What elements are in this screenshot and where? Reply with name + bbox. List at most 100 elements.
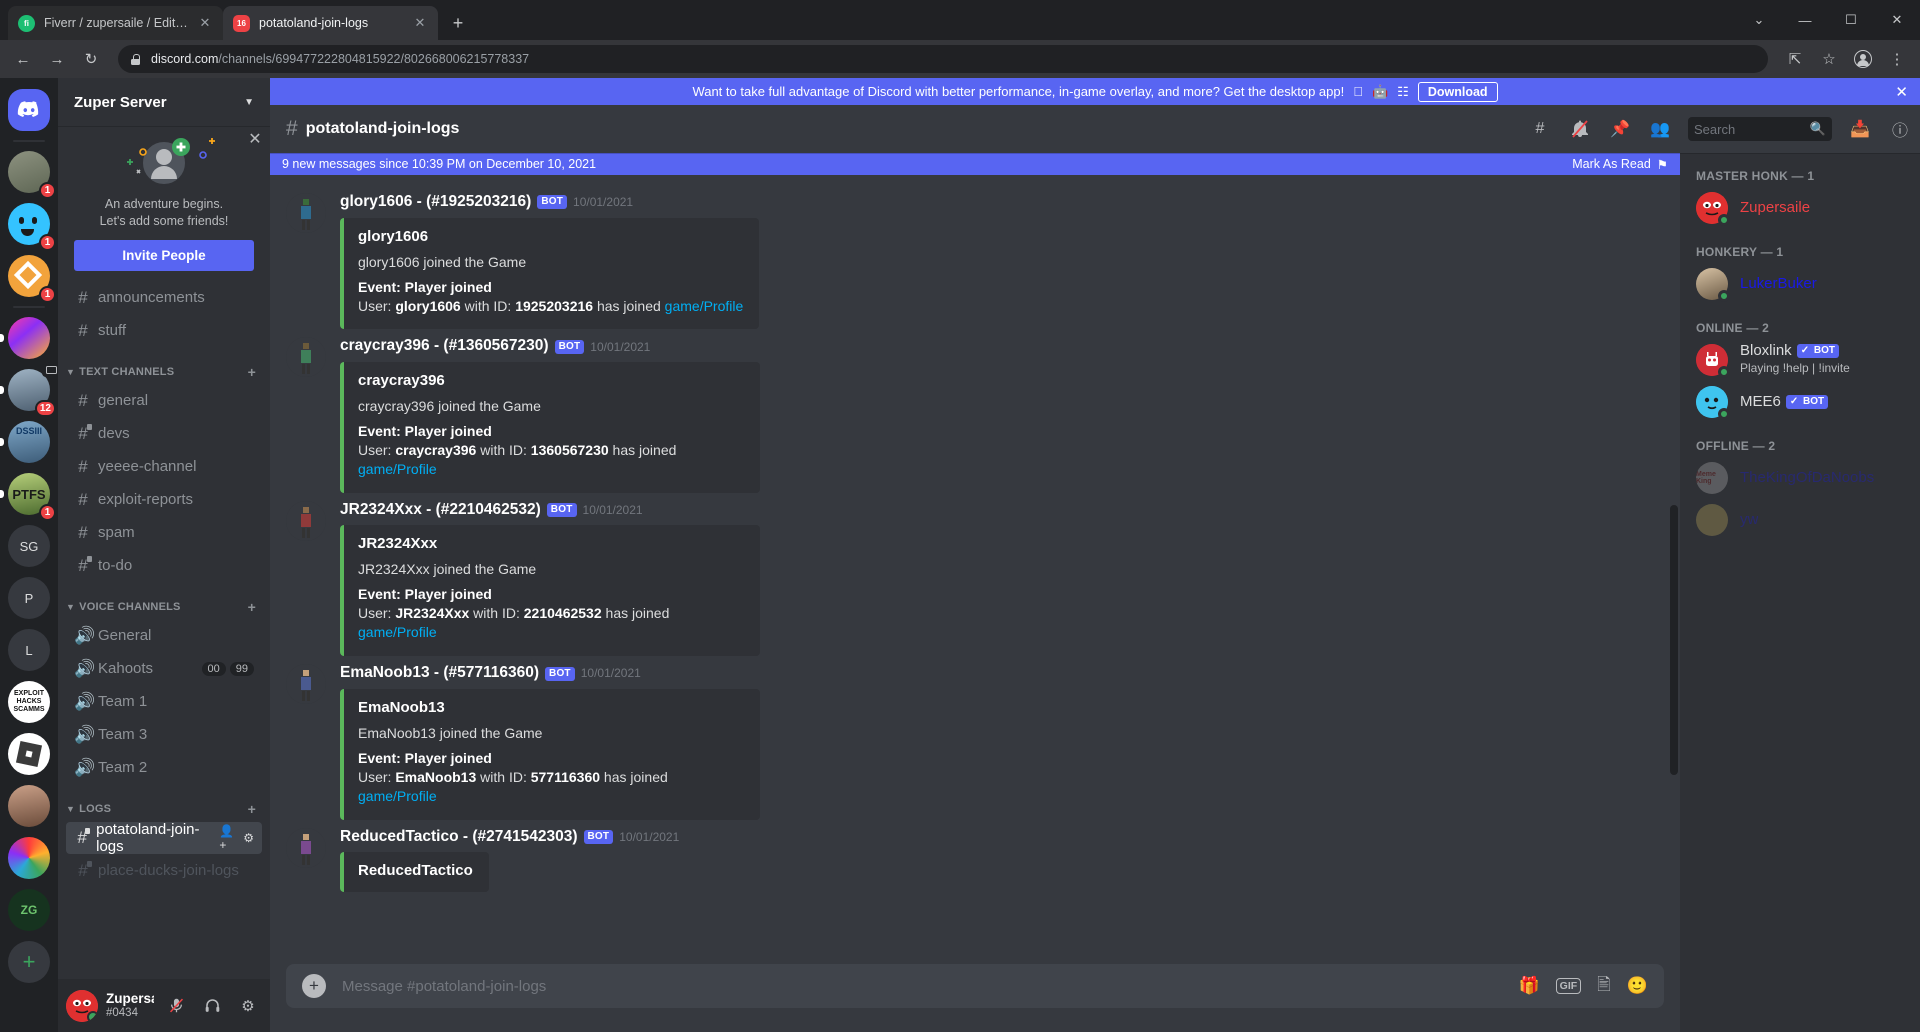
invite-people-button[interactable]: Invite People <box>74 239 254 271</box>
voice-channel-kahoots[interactable]: 🔊 Kahoots 00 99 <box>66 653 262 685</box>
chevron-down-icon[interactable]: ▼ <box>244 97 254 108</box>
member-item-zupersaile[interactable]: Zupersaile <box>1688 187 1912 229</box>
apple-icon[interactable]:  <box>1353 84 1363 99</box>
server-icon-person-photo[interactable] <box>0 780 58 832</box>
address-bar[interactable]: discord.com/channels/699477222804815922/… <box>118 45 1768 73</box>
channel-place-ducks-join-logs[interactable]: # place-ducks-join-logs <box>66 855 262 887</box>
add-channel-icon[interactable]: + <box>248 801 262 817</box>
message-author[interactable]: craycray396 - (#1360567230) <box>340 337 549 356</box>
user-identity[interactable]: Zupersaile #0434 <box>106 991 154 1020</box>
server-icon-exploit-hacks[interactable]: EXPLOIT HACKS SCAMMS <box>0 676 58 728</box>
server-icon-roblox[interactable] <box>0 728 58 780</box>
channel-devs[interactable]: # devs <box>66 418 262 450</box>
category-text-channels[interactable]: ▼ TEXT CHANNELS + <box>58 348 270 384</box>
server-icon-rainbow[interactable] <box>0 832 58 884</box>
avatar[interactable] <box>286 337 326 378</box>
channel-announcements[interactable]: # announcements <box>66 282 262 314</box>
gift-icon[interactable]: 🎁 <box>1518 976 1539 996</box>
close-tab-icon[interactable]: ✕ <box>197 15 213 31</box>
voice-channel-general[interactable]: 🔊 General <box>66 620 262 652</box>
embed-game-link[interactable]: game <box>358 788 393 804</box>
category-voice-channels[interactable]: ▼ VOICE CHANNELS + <box>58 583 270 619</box>
minimize-button[interactable]: — <box>1782 0 1828 40</box>
maximize-button[interactable]: ☐ <box>1828 0 1874 40</box>
message-input-placeholder[interactable]: Message #potatoland-join-logs <box>342 978 1502 995</box>
windows-icon[interactable]: ☷ <box>1397 84 1409 100</box>
avatar[interactable] <box>286 664 326 705</box>
server-icon-rainbow-emoji[interactable] <box>0 312 58 364</box>
emoji-icon[interactable]: 🙂 <box>1627 976 1648 996</box>
voice-channel-team-3[interactable]: 🔊 Team 3 <box>66 719 262 751</box>
message-composer[interactable]: + Message #potatoland-join-logs 🎁 GIF 🖹 … <box>286 964 1664 1008</box>
close-icon[interactable]: ✕ <box>1895 83 1908 101</box>
category-logs[interactable]: ▼ LOGS + <box>58 785 270 821</box>
embed-game-link[interactable]: game <box>358 461 393 477</box>
browser-tab-fiverr[interactable]: fi Fiverr / zupersaile / Edit Gig ✕ <box>8 6 223 40</box>
mic-muted-icon[interactable] <box>162 992 190 1020</box>
channel-stuff[interactable]: # stuff <box>66 315 262 347</box>
embed-game-link[interactable]: game <box>665 298 700 314</box>
message-list[interactable]: glory1606 - (#1925203216) BOT 10/01/2021… <box>270 175 1680 964</box>
member-item-lukerbuker[interactable]: LukerBuker <box>1688 263 1912 305</box>
mark-as-read-button[interactable]: Mark As Read ⚑ <box>1572 157 1668 172</box>
gif-icon[interactable]: GIF <box>1555 978 1582 994</box>
member-item-mee6[interactable]: MEE6 ✓ BOT <box>1688 381 1912 423</box>
headphones-icon[interactable] <box>198 992 226 1020</box>
embed-profile-link[interactable]: Profile <box>397 624 437 640</box>
member-item-yw[interactable]: yw <box>1688 499 1912 541</box>
pin-icon[interactable]: 📌 <box>1608 117 1632 141</box>
channel-exploit-reports[interactable]: # exploit-reports <box>66 484 262 516</box>
add-channel-icon[interactable]: + <box>248 364 262 380</box>
avatar[interactable] <box>286 827 326 868</box>
channel-potatoland-join-logs[interactable]: # potatoland-join-logs 👤+ ⚙ <box>66 821 262 855</box>
voice-channel-team-2[interactable]: 🔊 Team 2 <box>66 752 262 784</box>
server-icon-blue-face[interactable]: 1 <box>0 198 58 251</box>
members-icon[interactable]: 👥 <box>1648 117 1672 141</box>
download-button[interactable]: Download <box>1417 81 1498 102</box>
avatar[interactable] <box>286 193 326 233</box>
server-icon-home[interactable] <box>0 84 58 136</box>
server-icon-plane[interactable]: 12 <box>0 362 58 417</box>
avatar[interactable] <box>286 500 326 541</box>
threads-icon[interactable]: # <box>1528 117 1552 141</box>
search-input[interactable]: Search 🔍 <box>1688 117 1832 141</box>
server-icon-orange-square[interactable]: 1 <box>0 250 58 303</box>
forward-icon[interactable]: → <box>42 44 72 74</box>
add-server-button[interactable]: + <box>0 936 58 988</box>
inbox-icon[interactable]: 📥 <box>1848 117 1872 141</box>
add-channel-icon[interactable]: + <box>248 599 262 615</box>
channel-yeeee-channel[interactable]: # yeeee-channel <box>66 451 262 483</box>
embed-profile-link[interactable]: Profile <box>397 461 437 477</box>
android-icon[interactable]: 🤖 <box>1372 84 1388 100</box>
reload-icon[interactable]: ↻ <box>76 44 106 74</box>
server-icon-boat[interactable]: 1 <box>0 146 58 199</box>
server-icon-p[interactable]: P <box>0 572 58 624</box>
plus-icon[interactable]: + <box>302 974 326 998</box>
message-author[interactable]: EmaNoob13 - (#577116360) <box>340 664 539 683</box>
embed-profile-link[interactable]: Profile <box>397 788 437 804</box>
server-icon-ptfs[interactable]: PTFS 1 <box>0 468 58 521</box>
browser-menu-icon[interactable]: ⋮ <box>1882 44 1912 74</box>
tab-search-icon[interactable]: ⌄ <box>1736 0 1782 40</box>
member-item-thekingofdanoobs[interactable]: Meme King TheKingOfDaNoobs <box>1688 457 1912 499</box>
channel-list[interactable]: # announcements # stuff ▼ TEXT CHANNELS … <box>58 277 270 979</box>
server-icon-zg[interactable]: ZG <box>0 884 58 936</box>
server-icon-dossiii[interactable]: DSSIII <box>0 416 58 468</box>
message-author[interactable]: glory1606 - (#1925203216) <box>340 193 531 212</box>
channel-actions[interactable]: 👤+ ⚙ <box>219 824 254 852</box>
server-icon-sg[interactable]: SG <box>0 520 58 572</box>
channel-general[interactable]: # general <box>66 385 262 417</box>
create-invite-icon[interactable]: 👤+ <box>219 824 237 852</box>
browser-tab-discord[interactable]: 16 potatoland-join-logs ✕ <box>223 6 438 40</box>
server-icon-l[interactable]: L <box>0 624 58 676</box>
server-header[interactable]: Zuper Server ▼ <box>58 78 270 126</box>
new-tab-button[interactable]: + <box>444 9 472 37</box>
member-item-bloxlink[interactable]: Bloxlink ✓ BOT Playing !help | !invite <box>1688 339 1912 381</box>
sticker-icon[interactable]: 🖹 <box>1597 972 1611 1001</box>
embed-profile-link[interactable]: Profile <box>704 298 744 314</box>
avatar[interactable] <box>66 989 98 1022</box>
embed-game-link[interactable]: game <box>358 624 393 640</box>
gear-icon[interactable]: ⚙ <box>234 992 262 1020</box>
message-author[interactable]: JR2324Xxx - (#2210462532) <box>340 501 541 520</box>
help-icon[interactable]: ⓘ <box>1888 117 1912 141</box>
